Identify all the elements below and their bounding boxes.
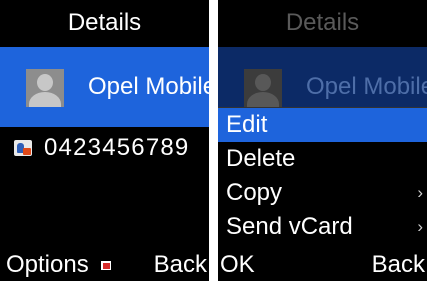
options-menu-screen: Details Opel Mobile Edit Delete Copy › S… [218, 0, 427, 281]
softkey-bar: Options Back [0, 249, 209, 281]
menu-item-label: Edit [226, 111, 268, 138]
menu-item-edit[interactable]: Edit [218, 108, 427, 142]
contact-name: Opel Mobile [306, 73, 427, 100]
menu-item-delete[interactable]: Delete [218, 142, 427, 176]
phone-number-row[interactable]: 0423456789 [0, 132, 209, 168]
contact-name: Opel Mobile [88, 73, 209, 100]
softkey-bar: OK Back [218, 249, 427, 281]
phone-number: 0423456789 [44, 134, 190, 161]
options-indicator-icon [101, 261, 111, 270]
header-title: Details [218, 0, 427, 44]
person-silhouette-icon [26, 69, 64, 107]
options-softkey[interactable]: Options [6, 251, 89, 279]
back-softkey[interactable]: Back [372, 251, 425, 279]
menu-item-label: Send vCard [226, 213, 353, 240]
menu-item-copy[interactable]: Copy › [218, 176, 427, 210]
details-screen: Details Opel Mobile 0423456789 Options B… [0, 0, 209, 281]
menu-item-label: Delete [226, 145, 296, 172]
contact-card-icon [14, 140, 32, 156]
contact-row[interactable]: Opel Mobile [0, 47, 209, 127]
header-title: Details [0, 0, 209, 44]
chevron-right-icon: › [417, 183, 423, 202]
chevron-right-icon: › [417, 217, 423, 236]
ok-softkey[interactable]: OK [220, 251, 255, 279]
person-silhouette-icon [244, 69, 282, 107]
menu-item-label: Copy [226, 179, 283, 206]
options-menu: Edit Delete Copy › Send vCard › [218, 107, 427, 248]
menu-item-send-vcard[interactable]: Send vCard › [218, 210, 427, 244]
back-softkey[interactable]: Back [154, 251, 207, 279]
